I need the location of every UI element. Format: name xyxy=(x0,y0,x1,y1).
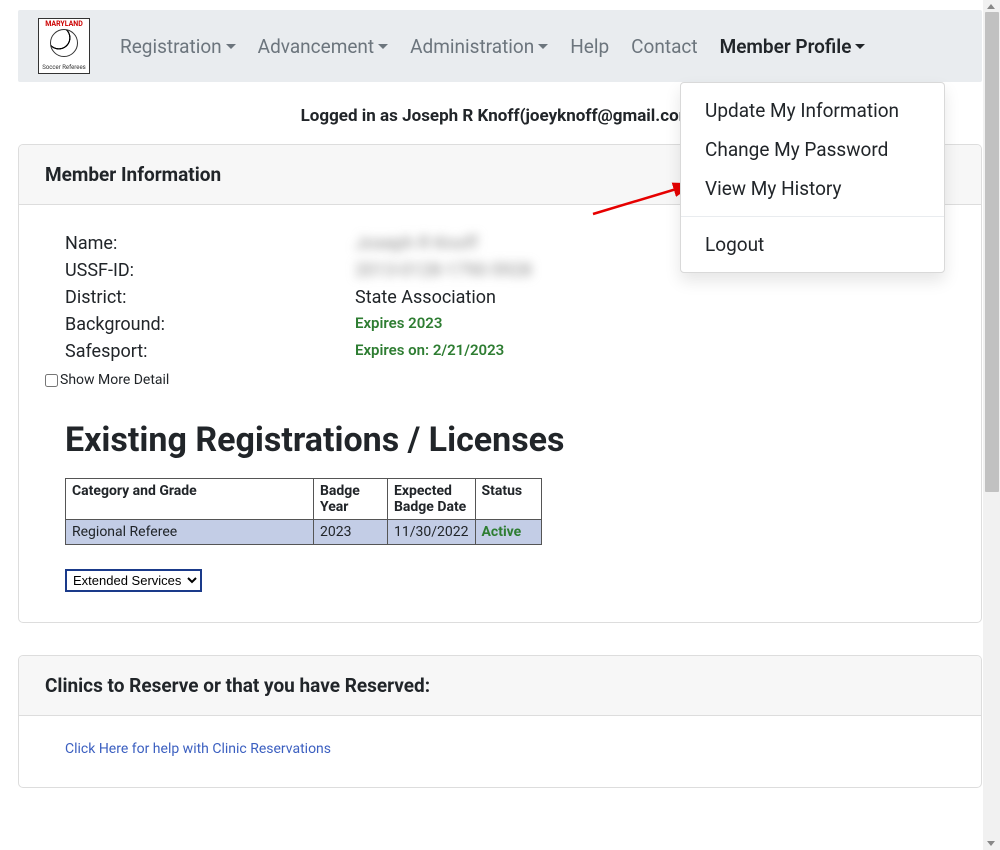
show-more-checkbox[interactable] xyxy=(45,374,58,387)
district-value: State Association xyxy=(355,287,496,308)
chevron-down-icon xyxy=(226,44,236,49)
name-label: Name: xyxy=(65,233,355,254)
clinics-header: Clinics to Reserve or that you have Rese… xyxy=(19,656,981,716)
nav-label: Registration xyxy=(120,35,222,58)
nav-label: Administration xyxy=(410,35,534,58)
nav-label: Member Profile xyxy=(720,35,852,58)
registrations-table: Category and Grade Badge Year Expected B… xyxy=(65,478,542,545)
registrations-title: Existing Registrations / Licenses xyxy=(65,420,935,460)
show-more-label: Show More Detail xyxy=(60,372,169,388)
nav-contact[interactable]: Contact xyxy=(631,35,697,58)
clinic-help-link[interactable]: Click Here for help with Clinic Reservat… xyxy=(65,741,331,757)
nav-label: Advancement xyxy=(258,35,374,58)
scroll-down-icon[interactable] xyxy=(987,841,995,846)
dropdown-view-history[interactable]: View My History xyxy=(681,169,944,208)
col-status: Status xyxy=(475,479,541,520)
background-label: Background: xyxy=(65,314,355,335)
scrollbar-thumb[interactable] xyxy=(985,12,999,492)
nav-member-profile[interactable]: Member Profile xyxy=(720,35,866,58)
chevron-down-icon xyxy=(538,44,548,49)
col-badge-year: Badge Year xyxy=(314,479,388,520)
logo-text-bottom: Soccer Referees xyxy=(42,65,85,71)
nav-administration[interactable]: Administration xyxy=(410,35,548,58)
scroll-up-icon[interactable] xyxy=(987,4,995,9)
logo-text-top: MARYLAND xyxy=(45,21,83,28)
nav-help[interactable]: Help xyxy=(570,35,609,58)
ussf-label: USSF-ID: xyxy=(65,260,355,281)
background-value: Expires 2023 xyxy=(355,314,442,335)
ussf-value: 2013-0128-1790-5928 xyxy=(355,260,532,281)
safesport-value: Expires on: 2/21/2023 xyxy=(355,341,504,362)
nav-label: Contact xyxy=(631,35,697,58)
soccer-ball-icon xyxy=(50,29,78,57)
dropdown-change-password[interactable]: Change My Password xyxy=(681,130,944,169)
name-value: Joseph R Knoff xyxy=(355,233,478,254)
navbar: MARYLAND Soccer Referees Registration Ad… xyxy=(18,10,982,82)
table-row: Regional Referee 2023 11/30/2022 Active xyxy=(66,520,542,545)
cell-expected-badge: 11/30/2022 xyxy=(388,520,476,545)
table-header-row: Category and Grade Badge Year Expected B… xyxy=(66,479,542,520)
brand-logo[interactable]: MARYLAND Soccer Referees xyxy=(38,18,90,74)
nav-label: Help xyxy=(570,35,609,58)
member-profile-dropdown: Update My Information Change My Password… xyxy=(680,82,945,273)
nav-registration[interactable]: Registration xyxy=(120,35,236,58)
nav-links: Registration Advancement Administration … xyxy=(120,35,865,58)
chevron-down-icon xyxy=(378,44,388,49)
col-category: Category and Grade xyxy=(66,479,314,520)
dropdown-logout[interactable]: Logout xyxy=(681,225,944,264)
dropdown-update-info[interactable]: Update My Information xyxy=(681,91,944,130)
cell-status: Active xyxy=(475,520,541,545)
scrollbar[interactable] xyxy=(983,0,1000,850)
cell-category: Regional Referee xyxy=(66,520,314,545)
clinics-card: Clinics to Reserve or that you have Rese… xyxy=(18,655,982,788)
safesport-label: Safesport: xyxy=(65,341,355,362)
col-expected-badge: Expected Badge Date xyxy=(388,479,476,520)
district-label: District: xyxy=(65,287,355,308)
cell-badge-year: 2023 xyxy=(314,520,388,545)
nav-advancement[interactable]: Advancement xyxy=(258,35,388,58)
extended-services-select[interactable]: Extended Services xyxy=(65,569,202,592)
chevron-down-icon xyxy=(855,44,865,49)
dropdown-divider xyxy=(681,216,944,217)
